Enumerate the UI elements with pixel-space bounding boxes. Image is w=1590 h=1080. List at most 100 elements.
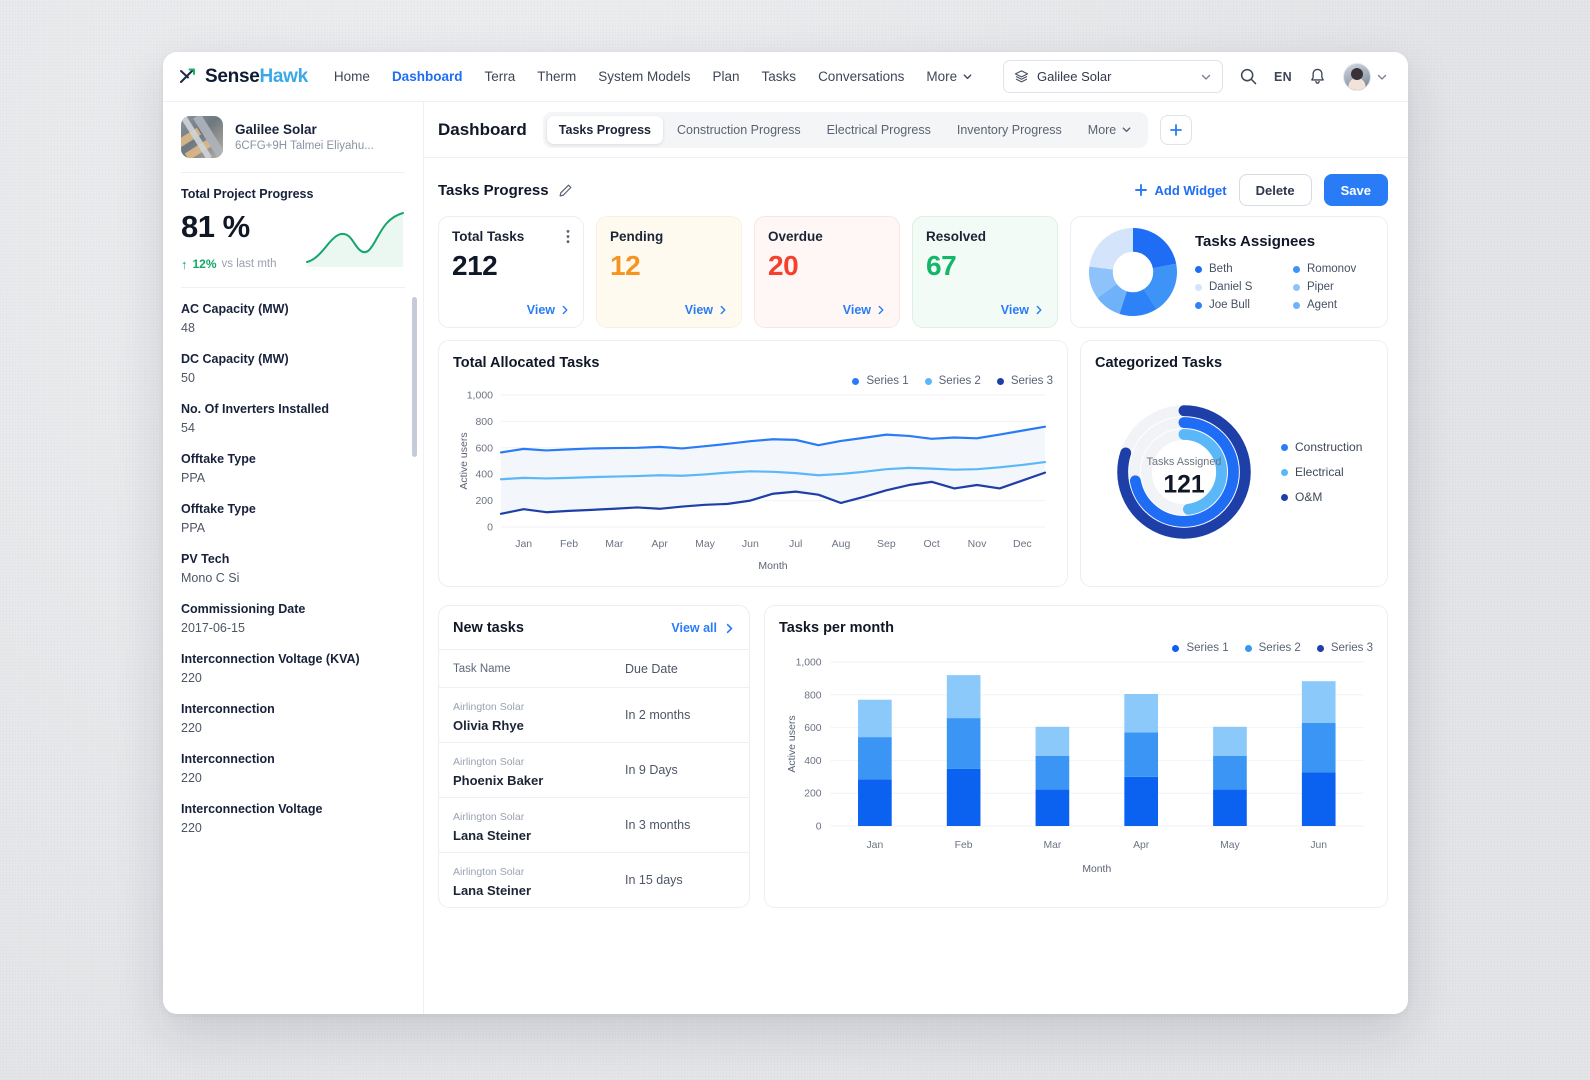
kpi-card-total-tasks[interactable]: Total Tasks 212 View	[438, 216, 584, 328]
svg-text:600: 600	[475, 442, 493, 454]
nav-item-plan[interactable]: Plan	[713, 69, 740, 84]
task-name: Phoenix Baker	[453, 773, 544, 788]
table-row[interactable]: Airlington Solar Lana Steiner In 15 days	[439, 852, 749, 907]
legend-item-romonov: Romonov	[1293, 263, 1369, 275]
tab-tasks-progress[interactable]: Tasks Progress	[546, 115, 663, 144]
donut-center-value: 121	[1163, 472, 1204, 499]
legend-dot	[924, 377, 932, 385]
kpi-card-pending[interactable]: Pending 12 View	[596, 216, 742, 328]
tab-electrical-progress[interactable]: Electrical Progress	[815, 116, 943, 144]
chevron-right-icon	[726, 623, 733, 633]
project-selector[interactable]: Galilee Solar	[1003, 60, 1224, 93]
kpi-view-link[interactable]: View	[685, 303, 728, 317]
categorized-donut-chart: Tasks Assigned 121	[1117, 405, 1251, 539]
kpi-view-link[interactable]: View	[527, 303, 570, 317]
kpi-label: Pending	[610, 229, 664, 244]
kpi-view-link[interactable]: View	[843, 303, 886, 317]
add-widget-button[interactable]: Add Widget	[1134, 183, 1227, 198]
add-widget-label: Add Widget	[1154, 182, 1227, 198]
svg-text:Apr: Apr	[651, 538, 668, 550]
legend-dot	[1281, 443, 1288, 451]
nav-item-dashboard[interactable]: Dashboard	[392, 69, 463, 84]
line-chart-title: Total Allocated Tasks	[453, 355, 600, 371]
add-tab-button[interactable]	[1160, 114, 1193, 145]
nav-item-tasks[interactable]: Tasks	[762, 69, 797, 84]
svg-text:Nov: Nov	[968, 538, 987, 550]
table-row[interactable]: Airlington Solar Lana Steiner In 3 month…	[439, 797, 749, 852]
plus-icon	[1134, 184, 1147, 196]
legend-dot	[1195, 301, 1202, 309]
delete-button[interactable]: Delete	[1238, 174, 1312, 206]
user-menu[interactable]	[1343, 62, 1388, 91]
tab-more[interactable]: More	[1076, 116, 1144, 144]
nav-item-system-models[interactable]: System Models	[598, 69, 690, 84]
tasks-per-month-card: Tasks per month Series 1 Series 2 Series…	[764, 605, 1388, 908]
avatar	[1343, 62, 1371, 91]
progress-label: Total Project Progress	[181, 187, 314, 201]
svg-text:Mar: Mar	[605, 538, 624, 550]
table-row[interactable]: Airlington Solar Phoenix Baker In 9 Days	[439, 742, 749, 797]
attribute-value: PPA	[181, 521, 206, 535]
task-project: Airlington Solar	[453, 701, 525, 713]
nav-item-more[interactable]: More	[926, 69, 973, 84]
svg-text:Month: Month	[758, 560, 787, 572]
attribute-item: No. Of Inverters Installed 54	[181, 402, 405, 435]
attribute-key: Interconnection	[181, 752, 275, 766]
project-attributes: AC Capacity (MW) 48 DC Capacity (MW) 50 …	[181, 288, 405, 835]
svg-text:600: 600	[804, 723, 822, 734]
legend-item-series-1: Series 1	[1172, 642, 1229, 654]
pencil-icon[interactable]	[558, 183, 573, 198]
search-icon[interactable]	[1239, 67, 1258, 86]
svg-text:Jun: Jun	[742, 538, 759, 550]
legend-label: Construction	[1295, 440, 1363, 454]
save-button[interactable]: Save	[1323, 174, 1388, 206]
tab-construction-progress[interactable]: Construction Progress	[665, 116, 813, 144]
legend-item-construction: Construction	[1281, 440, 1362, 454]
task-name: Lana Steiner	[453, 828, 532, 843]
legend-dot	[1244, 644, 1252, 652]
task-project: Airlington Solar	[453, 811, 525, 823]
arrow-up-icon: ↑	[181, 256, 188, 272]
categorized-tasks-card: Categorized Tasks Tasks Assigned 121 Con…	[1080, 340, 1388, 587]
attribute-value: Mono C Si	[181, 571, 240, 585]
attribute-key: PV Tech	[181, 552, 230, 566]
widget-toolbar: Tasks Progress Add Widget Delete Save	[424, 158, 1408, 216]
language-selector[interactable]: EN	[1274, 70, 1292, 84]
chevron-down-icon	[1201, 74, 1211, 80]
sidebar-scrollbar[interactable]	[412, 297, 417, 457]
progress-delta-value: 12%	[192, 257, 217, 271]
legend-dot	[1281, 493, 1288, 501]
sidebar-project-address: 6CFG+9H Talmei Eliyahu...	[235, 140, 374, 152]
nav-item-terra[interactable]: Terra	[484, 69, 515, 84]
app-window: SenseHawk Home Dashboard Terra Therm Sys…	[163, 52, 1408, 1014]
dashboard-content: Total Tasks 212 View Pending 12 View Ove…	[424, 216, 1408, 1014]
nav-item-therm[interactable]: Therm	[537, 69, 576, 84]
categorized-legend: Construction Electrical O&M	[1281, 436, 1362, 504]
kpi-row: Total Tasks 212 View Pending 12 View Ove…	[438, 216, 1388, 328]
svg-text:1,000: 1,000	[796, 657, 822, 668]
brand-logo[interactable]: SenseHawk	[179, 66, 308, 88]
kpi-view-label: View	[526, 303, 555, 317]
kpi-value: 12	[610, 250, 641, 281]
kpi-card-resolved[interactable]: Resolved 67 View	[912, 216, 1058, 328]
view-all-link[interactable]: View all	[671, 621, 735, 635]
kpi-view-label: View	[842, 303, 871, 317]
kpi-view-link[interactable]: View	[1001, 303, 1044, 317]
kebab-menu-icon[interactable]	[566, 229, 570, 244]
attribute-value: 220	[181, 821, 202, 835]
nav-item-home[interactable]: Home	[334, 69, 370, 84]
tab-inventory-progress[interactable]: Inventory Progress	[945, 116, 1074, 144]
bell-icon[interactable]	[1308, 67, 1327, 86]
nav-item-conversations[interactable]: Conversations	[818, 69, 904, 84]
attribute-key: Offtake Type	[181, 502, 256, 516]
attribute-value: 48	[181, 321, 195, 335]
kpi-card-overdue[interactable]: Overdue 20 View	[754, 216, 900, 328]
table-row[interactable]: Airlington Solar Olivia Rhye In 2 months	[439, 687, 749, 742]
sidebar-project-header[interactable]: Galilee Solar 6CFG+9H Talmei Eliyahu...	[181, 116, 405, 172]
task-due-date: In 2 months	[625, 708, 691, 722]
dashboard-tabs-bar: Dashboard Tasks Progress Construction Pr…	[424, 102, 1408, 158]
kpi-value: 212	[452, 250, 498, 281]
legend-label: Romonov	[1307, 263, 1357, 275]
legend-item-om: O&M	[1281, 490, 1362, 504]
sidebar-project-name: Galilee Solar	[235, 122, 317, 137]
